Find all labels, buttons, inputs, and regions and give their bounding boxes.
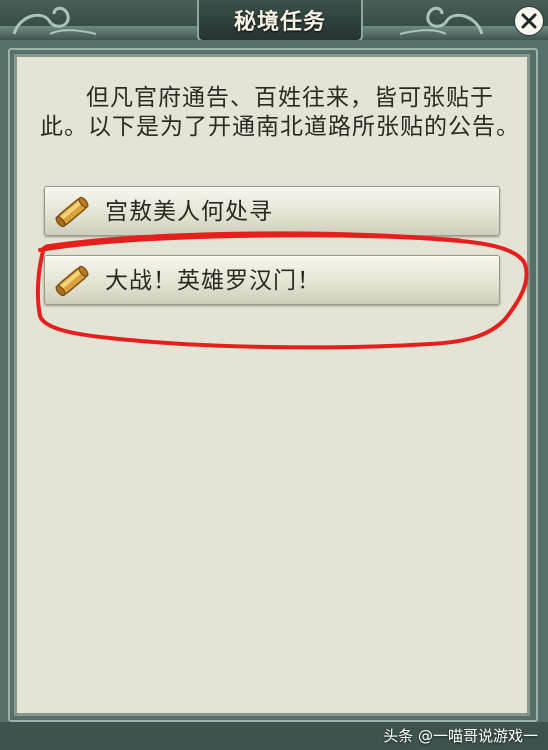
scroll-icon <box>55 265 89 297</box>
watermark: 头条 @一喵哥说游戏一 <box>383 727 538 745</box>
quest-item-arhat-gate[interactable]: 大战！英雄罗汉门！ <box>44 255 500 305</box>
window-header: 秘境任务 <box>0 0 548 42</box>
quest-label: 宫敖美人何处寻 <box>105 199 273 225</box>
cloud-ornament-right <box>399 6 484 35</box>
close-button[interactable] <box>514 6 544 36</box>
notice-text: 但凡官府通告、百姓往来，皆可张贴于此。以下是为了开通南北道路所张贴的公告。 <box>40 85 520 140</box>
bottom-bar: 头条 @一喵哥说游戏一 <box>0 722 548 750</box>
title-plate: 秘境任务 <box>197 0 363 42</box>
close-icon <box>521 13 537 29</box>
quest-label: 大战！英雄罗汉门！ <box>105 268 321 294</box>
scroll-icon <box>55 196 89 228</box>
cloud-ornament-left <box>12 6 97 35</box>
quest-item-palace-beauty[interactable]: 宫敖美人何处寻 <box>44 186 500 236</box>
window-title: 秘境任务 <box>233 10 326 35</box>
content-panel <box>14 54 530 716</box>
